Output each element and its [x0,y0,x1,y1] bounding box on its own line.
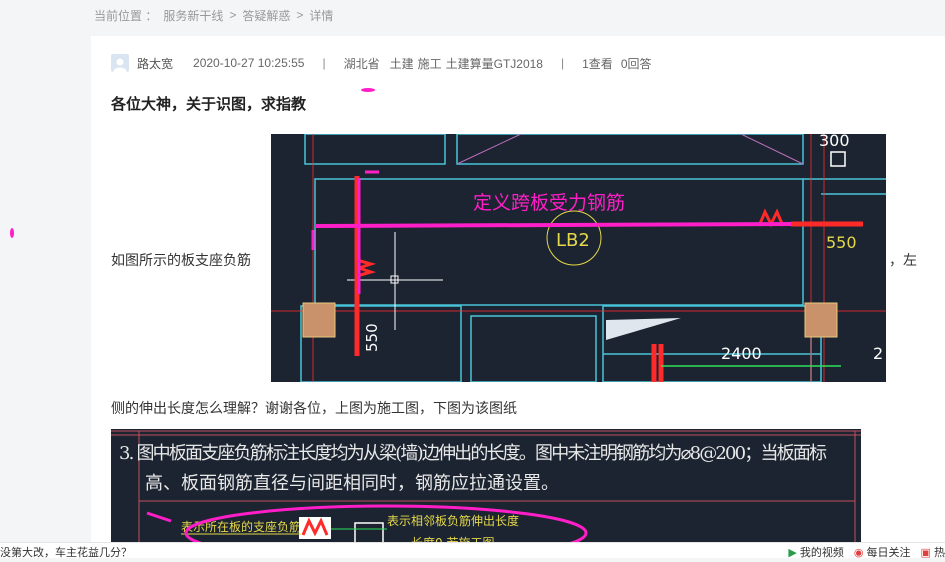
plan-legend-right: 表示相邻板负筋伸出长度 [387,513,519,528]
hot-link[interactable]: ▣ 热 [921,544,945,560]
bottom-bar: 没第大改，车主花益几分？ ▶ 我的视频 ◉ 每日关注 ▣ 热 [0,542,945,560]
dimension-550-right: 550 [826,233,857,252]
bottom-links: ▶ 我的视频 ◉ 每日关注 ▣ 热 [788,544,945,560]
breadcrumb-item-service[interactable]: 服务新干线 [163,7,223,24]
bottom-question[interactable]: 没第大改，车主花益几分？ [0,544,132,560]
breadcrumb-separator: > [296,8,304,22]
cad-drawing-construction: LB2 550 300 2400 2 550 定义跨板受力钢筋 [271,131,886,383]
author-name[interactable]: 路太宽 [137,55,173,72]
avatar[interactable] [111,54,129,72]
dimension-2400: 2400 [721,344,762,363]
slab-label: LB2 [556,230,590,251]
post-tag: 土建 [389,56,414,71]
daily-follow-link[interactable]: ◉ 每日关注 [854,544,911,560]
post-region: 湖北省 [343,56,380,71]
post-meta: 路太宽 2020-10-27 10:25:55 | 湖北省 土建 施工 土建算量… [111,54,652,72]
eye-icon: ◉ [853,547,864,559]
post-tag: 施工 [417,56,442,71]
my-video-link[interactable]: ▶ 我的视频 [788,544,844,560]
answer-count: 0回答 [620,56,652,71]
post-text-right: ，左 [889,252,917,268]
post-title: 各位大神，关于识图，求指教 [111,96,307,113]
annotation-mark [10,228,14,238]
divider: | [322,56,326,70]
plan-legend-left: 表示所在板的支座负筋 [181,519,301,534]
dimension-300: 300 [819,134,850,150]
view-count: 1查看 [582,56,613,71]
breadcrumb-item-detail: 详情 [309,8,334,23]
post-tag: 土建算量GTJ2018 [445,56,543,71]
breadcrumb: 当前位置 ： 服务新干线 > 答疑解惑 > 详情 [94,6,333,24]
dimension-550-left: 550 [363,323,381,352]
play-icon: ▶ [788,547,797,559]
dimension-2: 2 [873,344,883,363]
post-text-2: 侧的伸出长度怎么理解？谢谢各位，上图为施工图，下图为该图纸 [111,400,517,416]
cad-annotation: 定义跨板受力钢筋 [473,192,625,214]
user-icon [113,58,127,72]
breadcrumb-separator: > [229,8,237,22]
post-card: 路太宽 2020-10-27 10:25:55 | 湖北省 土建 施工 土建算量… [91,36,945,562]
hot-icon: ▣ [920,547,931,559]
post-datetime: 2020-10-27 10:25:55 [193,56,305,70]
breadcrumb-item-qa[interactable]: 答疑解惑 [242,7,290,24]
cad-drawing-plan: 3. 图中板面支座负筋标注长度均为从梁(墙)边伸出的长度。图中未注明钢筋均为⌀8… [111,429,861,562]
annotation-mark [361,88,375,92]
divider: | [561,56,565,70]
post-text-left: 如图所示的板支座负筋 [111,252,251,268]
plan-note-line-1: 3. 图中板面支座负筋标注长度均为从梁(墙)边伸出的长度。图中未注明钢筋均为⌀8… [119,443,827,464]
plan-note-line-2: 高、板面钢筋直径与间距相同时，钢筋应拉通设置。 [145,473,559,494]
breadcrumb-label: 当前位置 ： [94,8,158,23]
